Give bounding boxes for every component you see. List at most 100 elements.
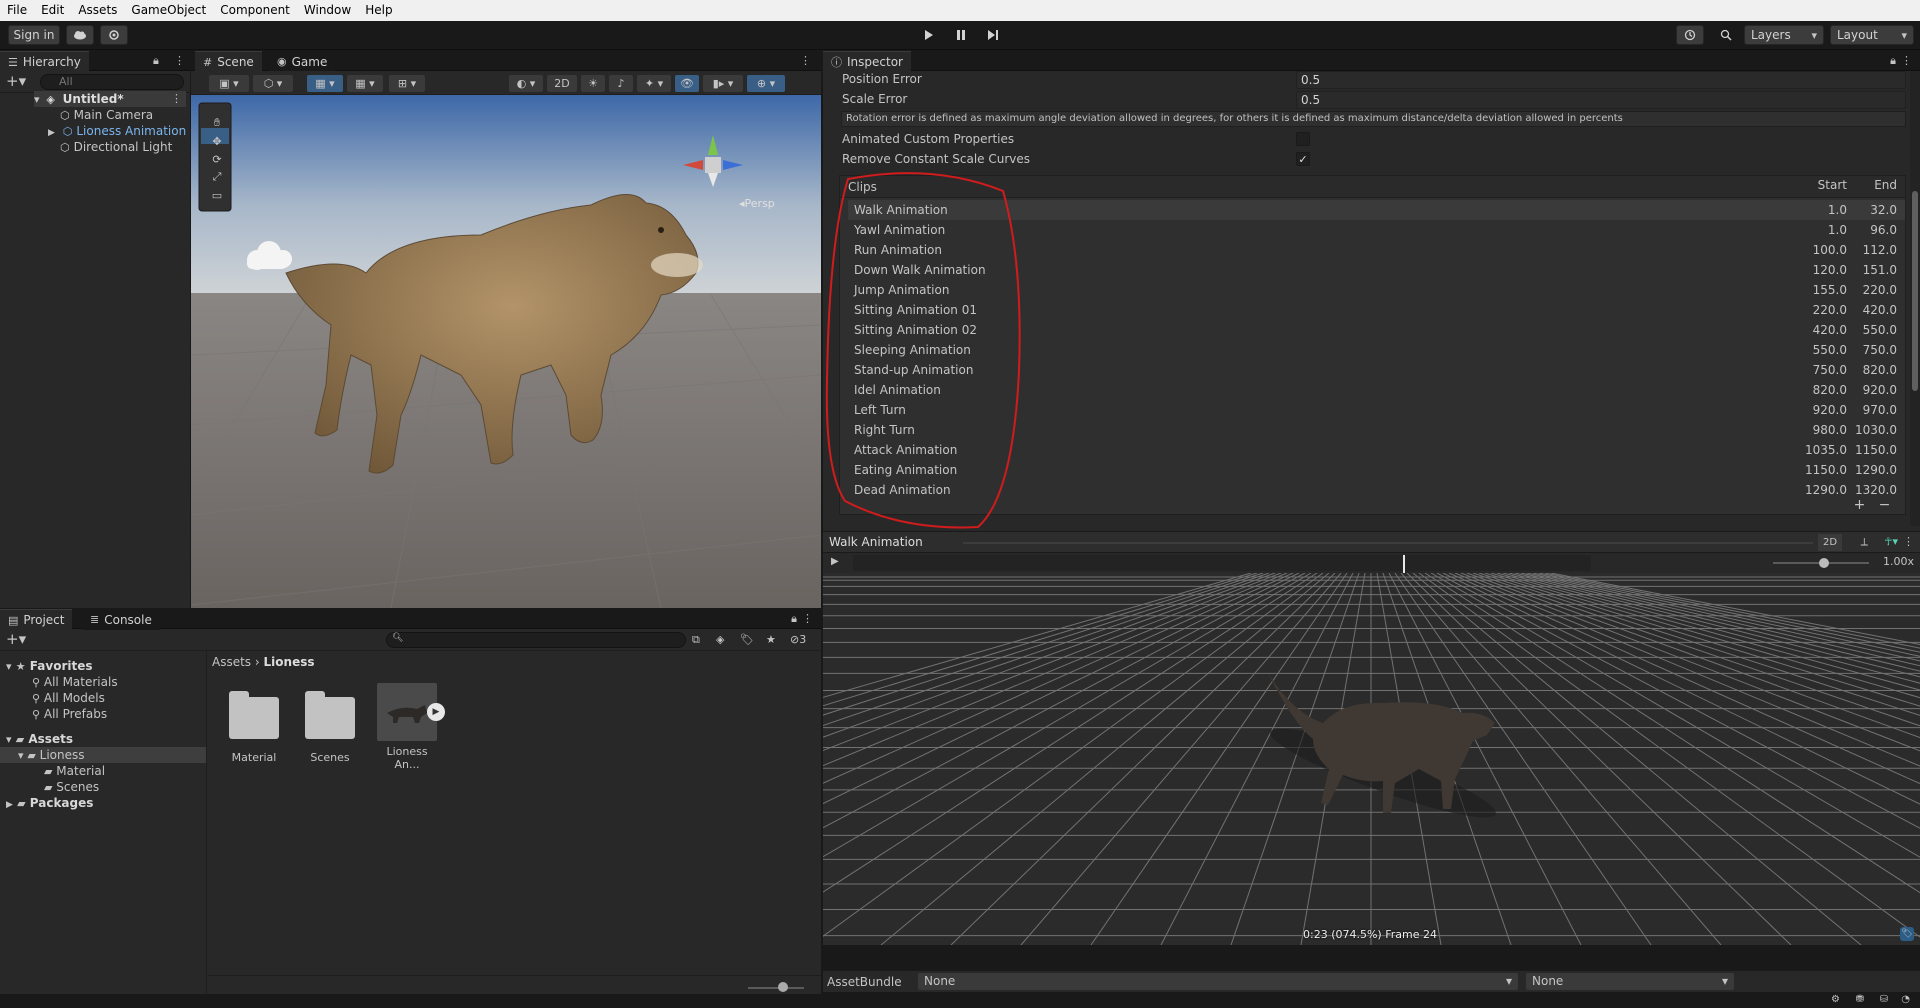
inspector-scrollbar[interactable] — [1910, 71, 1920, 526]
clip-row[interactable]: Dead Animation 1290.0 1320.0 — [848, 480, 1905, 500]
clip-row[interactable]: Left Turn 920.0 970.0 — [848, 400, 1905, 420]
scrollbar-thumb[interactable] — [1912, 191, 1918, 391]
tab-console[interactable]: ≣ Console — [82, 609, 160, 630]
label-icon[interactable]: 🏷︎ — [1900, 927, 1914, 941]
clip-row[interactable]: Jump Animation 155.0 220.0 — [848, 280, 1905, 300]
step-button[interactable] — [979, 25, 1007, 45]
file-item-material[interactable]: Material — [224, 683, 284, 764]
tab-inspector[interactable]: ⓘ Inspector — [823, 51, 911, 72]
kebab-menu-icon[interactable]: ⋮ — [1903, 535, 1914, 548]
clip-row[interactable]: Idel Animation 820.0 920.0 — [848, 380, 1905, 400]
kebab-menu-icon[interactable]: ⋮ — [1901, 54, 1912, 67]
clip-row[interactable]: Right Turn 980.0 1030.0 — [848, 420, 1905, 440]
tree-favorites[interactable]: ▾ ★ Favorites — [6, 658, 93, 674]
play-icon[interactable]: ▶ — [427, 703, 445, 721]
add-icon[interactable]: +▾ — [6, 630, 26, 648]
tree-assets[interactable]: ▾ ▰ Assets — [6, 731, 73, 747]
animated-custom-checkbox[interactable] — [1296, 132, 1310, 146]
clip-row[interactable]: Yawl Animation 1.0 96.0 — [848, 220, 1905, 240]
breadcrumb-lioness[interactable]: Lioness — [264, 655, 315, 669]
effects-icon[interactable]: ✦ ▾ — [637, 75, 671, 92]
persp-label[interactable]: ◂Persp — [739, 197, 775, 210]
filter-label-icon[interactable]: ◈ — [716, 633, 724, 646]
hierarchy-item-main-camera[interactable]: ⬡ Main Camera — [60, 107, 153, 123]
tree-lioness[interactable]: ▾ ▰ Lioness — [0, 747, 206, 763]
preview-2d-button[interactable]: 2D — [1818, 534, 1842, 551]
hierarchy-item-directional-light[interactable]: ⬡ Directional Light — [60, 139, 172, 155]
menu-file[interactable]: File — [0, 0, 34, 21]
menu-help[interactable]: Help — [358, 0, 399, 21]
cloud-icon[interactable] — [66, 25, 94, 45]
tree-scenes[interactable]: ▰ Scenes — [44, 779, 99, 795]
grid-icon[interactable]: ▦ ▾ — [347, 75, 383, 92]
audio-icon[interactable]: ♪ — [609, 75, 633, 92]
menu-gameobject[interactable]: GameObject — [124, 0, 213, 21]
kebab-menu-icon[interactable]: ⋮ — [174, 54, 185, 67]
bug-icon[interactable]: ⚙ — [1831, 994, 1840, 1005]
scene-viewport[interactable]: ✋︎ ✥ ⟳ ⤢ ▭ ◂Persp — [191, 95, 821, 608]
clip-row[interactable]: Sitting Animation 02 420.0 550.0 — [848, 320, 1905, 340]
sign-in-button[interactable]: Sign in — [8, 25, 60, 45]
grid-snap-icon[interactable]: ▦ ▾ — [307, 75, 343, 92]
visibility-icon[interactable]: 👁︎ — [675, 75, 699, 92]
tree-material[interactable]: ▰ Material — [44, 763, 105, 779]
hierarchy-search-input[interactable]: All — [40, 74, 184, 90]
tree-packages[interactable]: ▶ ▰ Packages — [6, 795, 93, 811]
tag-icon[interactable]: 🏷︎ — [740, 633, 754, 646]
assetbundle-dropdown[interactable]: None ▾ — [918, 973, 1518, 990]
file-item-scenes[interactable]: Scenes — [300, 683, 360, 764]
scale-error-field[interactable]: 0.5 — [1296, 91, 1906, 109]
add-icon[interactable]: +▾ — [6, 72, 26, 90]
clip-row[interactable]: Stand-up Animation 750.0 820.0 — [848, 360, 1905, 380]
clip-row[interactable]: Attack Animation 1035.0 1150.0 — [848, 440, 1905, 460]
breadcrumb-assets[interactable]: Assets — [212, 655, 251, 669]
preview-viewport[interactable]: 0:23 (074.5%) Frame 24 🏷︎ — [823, 573, 1920, 945]
tab-hierarchy[interactable]: ☰ Hierarchy — [0, 51, 89, 72]
remove-constant-checkbox[interactable]: ✓ — [1296, 152, 1310, 166]
remove-clip-button[interactable]: − — [1879, 497, 1891, 513]
tree-all-models[interactable]: ⚲ All Models — [32, 690, 105, 706]
tree-all-materials[interactable]: ⚲ All Materials — [32, 674, 118, 690]
search-icon[interactable] — [1712, 25, 1740, 45]
tab-project[interactable]: ▤ Project — [0, 609, 73, 630]
layers-dropdown[interactable]: Layers ▾ — [1744, 25, 1824, 45]
zoom-slider-thumb[interactable] — [778, 982, 788, 992]
clip-row[interactable]: Sleeping Animation 550.0 750.0 — [848, 340, 1905, 360]
clip-row[interactable]: Walk Animation 1.0 32.0 — [848, 200, 1905, 220]
kebab-menu-icon[interactable]: ⋮ — [800, 54, 811, 67]
tab-scene[interactable]: # Scene — [195, 51, 262, 72]
preview-play-icon[interactable]: ▶ — [831, 556, 839, 567]
scene-row[interactable]: ▾ ◈ Untitled* ⋮ — [34, 91, 186, 107]
layout-dropdown[interactable]: Layout ▾ — [1830, 25, 1914, 45]
menu-assets[interactable]: Assets — [71, 0, 124, 21]
star-icon[interactable]: ★ — [766, 633, 776, 646]
tab-game[interactable]: ◉ Game — [269, 51, 336, 72]
scale-tool-icon[interactable]: ⤢ — [213, 169, 222, 185]
lock-icon[interactable]: 🔒︎ — [791, 612, 797, 626]
lock-icon[interactable]: 🔒︎ — [1890, 54, 1896, 68]
position-error-field[interactable]: 0.5 — [1296, 71, 1906, 89]
network-icon[interactable]: ⛃ — [1856, 994, 1864, 1005]
object-icon[interactable]: ⬡ ▾ — [253, 75, 293, 92]
increment-snap-icon[interactable]: ⊞ ▾ — [389, 75, 425, 92]
pause-button[interactable] — [947, 25, 975, 45]
clip-row[interactable]: Eating Animation 1150.0 1290.0 — [848, 460, 1905, 480]
draw-mode-icon[interactable]: ▣ ▾ — [209, 75, 249, 92]
gizmos-icon[interactable]: ⊕ ▾ — [747, 75, 785, 92]
assetbundle-variant-dropdown[interactable]: None ▾ — [1526, 973, 1734, 990]
clip-row[interactable]: Down Walk Animation 120.0 151.0 — [848, 260, 1905, 280]
play-button[interactable] — [915, 25, 943, 45]
shading-icon[interactable]: ◐ ▾ — [509, 75, 543, 92]
clip-row[interactable]: Run Animation 100.0 112.0 — [848, 240, 1905, 260]
menu-component[interactable]: Component — [213, 0, 297, 21]
progress-icon[interactable]: ◔ — [1901, 994, 1910, 1005]
timeline-scrubber[interactable] — [1402, 555, 1405, 573]
pivot-icon[interactable]: ⟂ — [1861, 535, 1868, 549]
hierarchy-item-lioness-animation[interactable]: ▶ ⬡ Lioness Animation — [48, 123, 186, 139]
move-tool-icon[interactable]: ✥ — [212, 133, 221, 149]
rect-tool-icon[interactable]: ▭ — [212, 187, 222, 203]
collab-icon[interactable] — [100, 25, 128, 45]
history-icon[interactable] — [1676, 25, 1704, 45]
menu-window[interactable]: Window — [297, 0, 358, 21]
tree-all-prefabs[interactable]: ⚲ All Prefabs — [32, 706, 107, 722]
